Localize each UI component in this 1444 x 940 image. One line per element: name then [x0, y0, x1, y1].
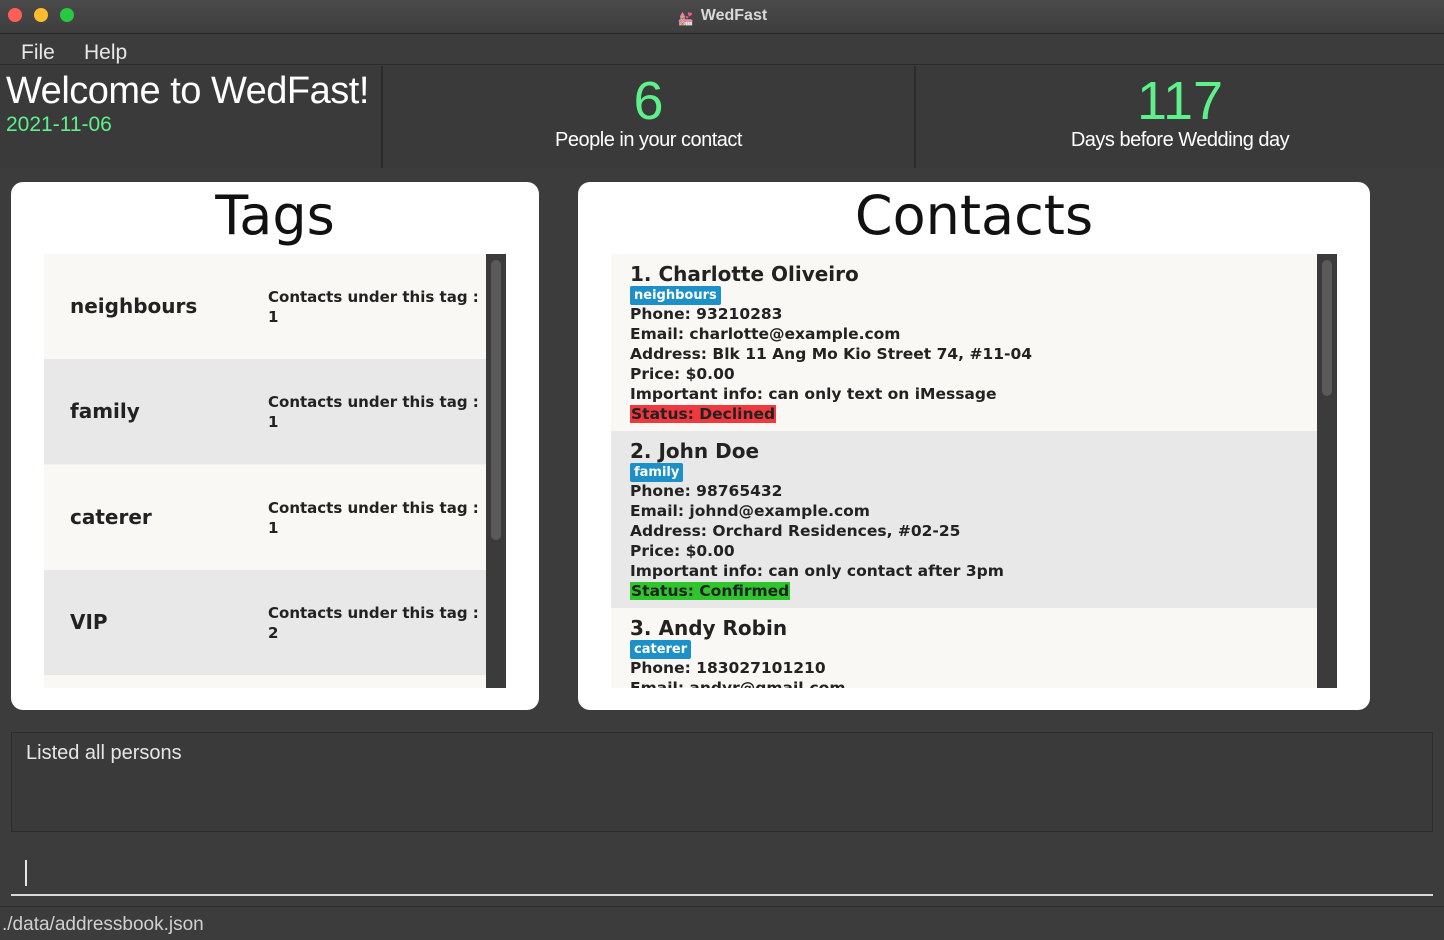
- welcome-cell: Welcome to WedFast! 2021-11-06: [0, 66, 383, 168]
- tag-name: neighbours: [70, 294, 198, 318]
- tag-count: 1: [268, 308, 279, 326]
- tags-title: Tags: [215, 184, 335, 247]
- text-caret: [25, 860, 27, 886]
- contacts-scrollbar-thumb[interactable]: [1322, 260, 1332, 396]
- tag-count: 1: [268, 413, 279, 431]
- contact-email: Email: johnd@example.com: [630, 502, 870, 520]
- contact-price: Price: $0.00: [630, 365, 735, 383]
- window-title: 💒 WedFast: [0, 7, 1444, 27]
- contact-phone: Phone: 98765432: [630, 482, 783, 500]
- menu-file[interactable]: File: [21, 41, 55, 65]
- contacts-list[interactable]: 1. Charlotte Oliveiro neighbours Phone: …: [611, 254, 1317, 688]
- contact-tag: caterer: [630, 640, 692, 659]
- save-file-path: ./data/addressbook.json: [2, 914, 204, 935]
- tags-scrollbar[interactable]: [486, 254, 506, 688]
- days-count-cell: 117 Days before Wedding day: [916, 66, 1444, 168]
- contacts-count-label: People in your contact: [555, 129, 742, 151]
- tag-item[interactable]: VIP Contacts under this tag : 2: [44, 570, 486, 675]
- contacts-count-cell: 6 People in your contact: [383, 66, 916, 168]
- contact-email: Email: charlotte@example.com: [630, 325, 901, 343]
- days-count-label: Days before Wedding day: [1070, 129, 1290, 151]
- contact-info: Important info: can only text on iMessag…: [630, 385, 997, 403]
- tag-item[interactable]: [44, 675, 486, 688]
- tags-panel: Tags neighbours Contacts under this tag …: [11, 182, 539, 710]
- contact-tag: family: [630, 463, 684, 482]
- command-input[interactable]: [11, 846, 1433, 896]
- tag-name: caterer: [70, 505, 152, 529]
- window-title-text: WedFast: [700, 7, 768, 24]
- contact-name: 3. Andy Robin: [630, 616, 788, 640]
- welcome-title: Welcome to WedFast!: [6, 70, 369, 112]
- menu-help[interactable]: Help: [84, 41, 127, 65]
- contact-email: Email: andyr@gmail.com: [630, 679, 846, 688]
- contact-address: Address: Orchard Residences, #02-25: [630, 522, 961, 540]
- result-text: Listed all persons: [26, 742, 182, 764]
- contact-card[interactable]: 2. John Doe family Phone: 98765432 Email…: [611, 431, 1317, 608]
- tag-count: 1: [268, 519, 279, 537]
- contact-card[interactable]: 3. Andy Robin caterer Phone: 18302710121…: [611, 608, 1317, 688]
- tag-count-label: Contacts under this tag :: [268, 499, 479, 517]
- contacts-title: Contacts: [854, 184, 1094, 247]
- tag-count-label: Contacts under this tag :: [268, 604, 479, 622]
- contact-phone: Phone: 93210283: [630, 305, 783, 323]
- contact-card[interactable]: 1. Charlotte Oliveiro neighbours Phone: …: [611, 254, 1317, 431]
- tags-list[interactable]: neighbours Contacts under this tag : 1 f…: [44, 254, 486, 688]
- contacts-panel: Contacts 1. Charlotte Oliveiro neighbour…: [578, 182, 1370, 710]
- tag-count-label: Contacts under this tag :: [268, 393, 479, 411]
- contact-price: Price: $0.00: [630, 542, 735, 560]
- days-count: 117: [1136, 71, 1224, 131]
- menu-bar: File Help: [0, 35, 1444, 65]
- contacts-scrollbar[interactable]: [1317, 254, 1337, 688]
- tag-name: VIP: [70, 610, 108, 634]
- contact-tag: neighbours: [630, 286, 721, 305]
- tag-count: 2: [268, 624, 279, 642]
- contact-address: Address: Blk 11 Ang Mo Kio Street 74, #1…: [630, 345, 1033, 363]
- tag-count-label: Contacts under this tag :: [268, 288, 479, 306]
- tag-item[interactable]: family Contacts under this tag : 1: [44, 359, 486, 464]
- result-display: Listed all persons: [11, 732, 1433, 832]
- app-icon: 💒: [677, 11, 694, 26]
- contact-name: 2. John Doe: [630, 439, 760, 463]
- contact-info: Important info: can only contact after 3…: [630, 562, 1004, 580]
- status-bar: ./data/addressbook.json: [0, 906, 1444, 940]
- contact-phone: Phone: 183027101210: [630, 659, 826, 677]
- contacts-count: 6: [633, 71, 664, 131]
- tag-item[interactable]: neighbours Contacts under this tag : 1: [44, 254, 486, 359]
- tag-item[interactable]: caterer Contacts under this tag : 1: [44, 465, 486, 570]
- contact-status: Status: Declined: [630, 405, 777, 423]
- contact-status: Status: Confirmed: [630, 582, 791, 600]
- current-date: 2021-11-06: [6, 113, 112, 136]
- tag-name: family: [70, 399, 140, 423]
- header-stats: Welcome to WedFast! 2021-11-06 6 People …: [0, 66, 1444, 168]
- tags-scrollbar-thumb[interactable]: [491, 260, 501, 540]
- contact-name: 1. Charlotte Oliveiro: [630, 262, 859, 286]
- title-bar: 💒 WedFast: [0, 0, 1444, 34]
